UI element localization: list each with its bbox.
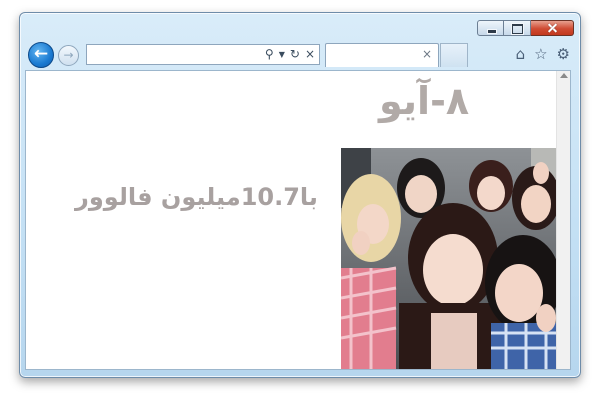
- refresh-icon[interactable]: ↻: [290, 46, 300, 63]
- window-caption-buttons: [477, 20, 574, 38]
- forward-button[interactable]: →: [58, 45, 79, 66]
- gear-icon[interactable]: ⚙: [557, 45, 570, 63]
- page-viewport: ۸-آیو با10.7میلیون فالوور: [25, 70, 571, 370]
- follower-count-text: با10.7میلیون فالوور: [75, 183, 318, 211]
- minimize-button[interactable]: [477, 20, 504, 36]
- stop-icon[interactable]: ×: [305, 46, 315, 63]
- command-icons: ⌂ ☆ ⚙: [516, 45, 570, 63]
- back-arrow-icon: ←: [33, 44, 49, 64]
- search-icon[interactable]: ⚲: [265, 46, 274, 63]
- maximize-button[interactable]: [504, 20, 531, 36]
- page-headline: ۸-آیو: [378, 79, 470, 123]
- scroll-up-arrow-icon[interactable]: [560, 73, 568, 78]
- star-icon[interactable]: ☆: [534, 45, 547, 63]
- address-bar[interactable]: ⚲ ▼ ↻ ×: [86, 44, 320, 65]
- photo-illustration: [341, 148, 563, 369]
- close-window-button[interactable]: [531, 20, 574, 36]
- home-icon[interactable]: ⌂: [516, 45, 526, 63]
- new-tab-button[interactable]: [440, 43, 468, 67]
- address-bar-tools: ⚲ ▼ ↻ ×: [265, 46, 315, 63]
- group-selfie-photo: [341, 148, 563, 369]
- address-input[interactable]: [90, 46, 250, 63]
- dropdown-icon[interactable]: ▼: [279, 46, 285, 63]
- forward-arrow-icon: →: [63, 48, 74, 62]
- back-button[interactable]: ←: [28, 42, 54, 68]
- vertical-scrollbar[interactable]: [556, 71, 570, 369]
- navigation-bar: ← → ⚲ ▼ ↻ × × ⌂ ☆ ⚙: [24, 41, 576, 69]
- browser-window: ← → ⚲ ▼ ↻ × × ⌂ ☆ ⚙ ۸-آیو با10.7میلیون ف…: [19, 12, 581, 378]
- desktop-background: ← → ⚲ ▼ ↻ × × ⌂ ☆ ⚙ ۸-آیو با10.7میلیون ف…: [0, 0, 600, 405]
- tab-close-icon[interactable]: ×: [422, 47, 432, 61]
- browser-tab[interactable]: ×: [325, 43, 439, 67]
